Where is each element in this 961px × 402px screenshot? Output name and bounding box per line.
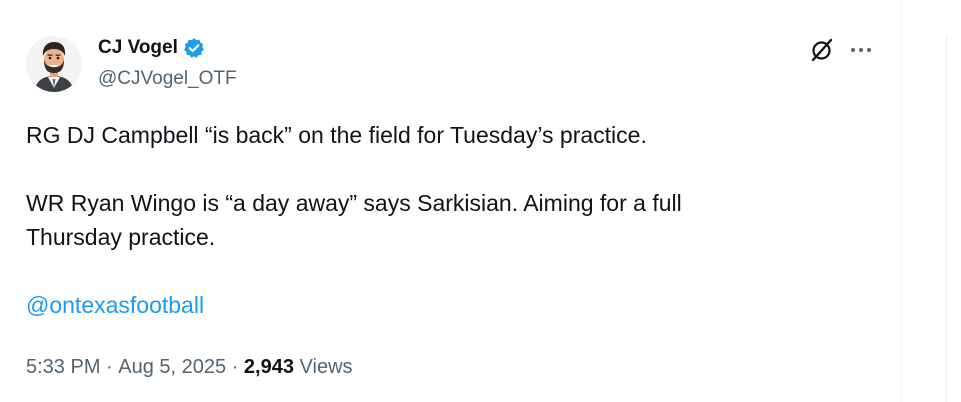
author-avatar[interactable] (26, 36, 82, 92)
grok-button[interactable] (808, 36, 836, 64)
views-label[interactable]: Views (294, 356, 353, 379)
tweet-meta: 5:33 PM · Aug 5, 2025 · 2,943 Views (26, 356, 353, 379)
verified-badge-icon[interactable] (183, 37, 205, 59)
more-options-button[interactable] (846, 36, 876, 64)
cartoon-man-avatar-icon (26, 36, 82, 92)
tweet-card: CJ Vogel @CJVogel_OTF RG DJ Campbell “is… (0, 0, 900, 402)
tweet-time[interactable]: 5:33 PM (26, 356, 100, 379)
sidebar-border (946, 35, 947, 402)
tweet-line: RG DJ Campbell “is back” on the field fo… (26, 122, 647, 148)
tweet-line: WR Ryan Wingo is “a day away” says Sarki… (26, 190, 682, 216)
mention-link[interactable]: @ontexasfootball (26, 292, 204, 318)
tweet-line: Thursday practice. (26, 224, 216, 250)
views-count[interactable]: 2,943 (244, 356, 294, 379)
mention-line: @ontexasfootball (26, 288, 846, 322)
grok-slash-icon (811, 38, 833, 62)
author-handle[interactable]: @CJVogel_OTF (98, 68, 237, 90)
tweet-text: RG DJ Campbell “is back” on the field fo… (26, 118, 846, 322)
right-sidebar (901, 0, 961, 402)
tweet-date[interactable]: Aug 5, 2025 (118, 356, 226, 379)
more-dots-icon (851, 48, 871, 52)
author-display-name[interactable]: CJ Vogel (98, 37, 178, 59)
author-name-row: CJ Vogel (98, 36, 205, 60)
meta-separator: · (226, 356, 244, 378)
meta-separator: · (100, 356, 119, 378)
